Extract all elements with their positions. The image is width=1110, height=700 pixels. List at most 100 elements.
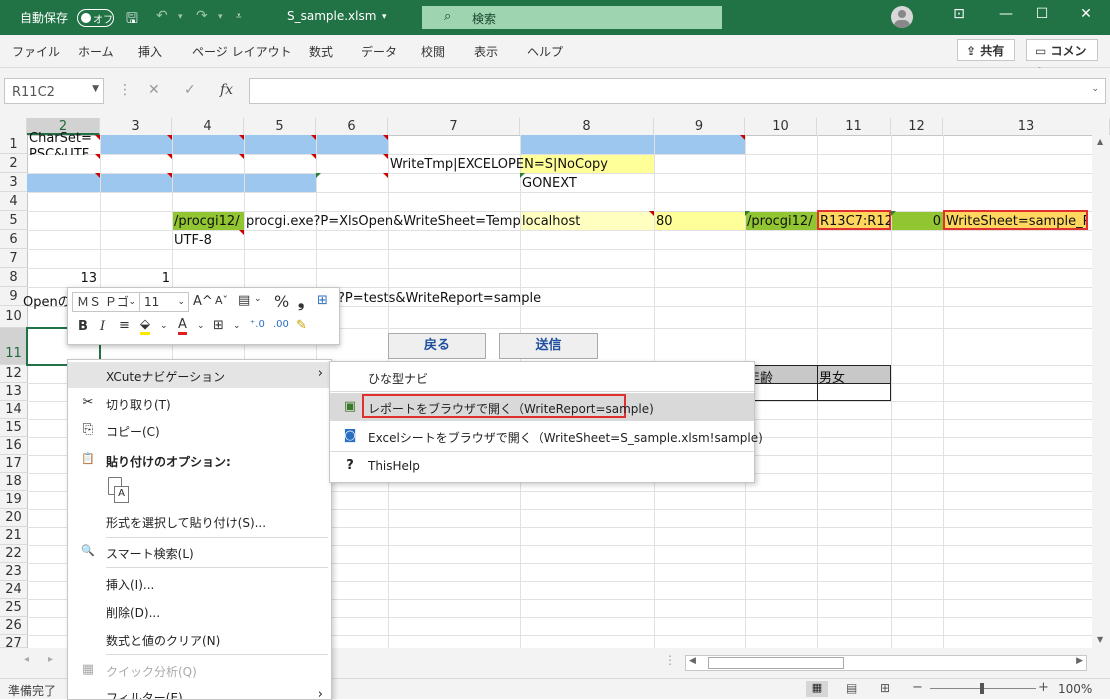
column-header[interactable]: 6 xyxy=(316,118,388,135)
row-header[interactable]: 2 xyxy=(0,154,27,173)
row-header[interactable]: 22 xyxy=(0,545,27,563)
submenu-item-template-navi[interactable]: ひな型ナビ xyxy=(330,363,754,391)
grow-font-icon[interactable]: A^ xyxy=(193,294,213,309)
name-box[interactable]: R11C2 ▼ xyxy=(4,78,104,104)
submenu-item-this-help[interactable]: ? ThisHelp xyxy=(330,452,754,480)
cancel-entry-icon[interactable]: ✕ xyxy=(148,82,160,98)
menu-item-copy[interactable]: ⎘ コピー(C) xyxy=(68,417,331,443)
scroll-right-icon[interactable]: ▶ xyxy=(1076,656,1083,666)
row-header[interactable]: 4 xyxy=(0,192,27,211)
tab-home[interactable]: ホーム xyxy=(78,43,114,60)
undo-dropdown-icon[interactable]: ▾ xyxy=(178,12,183,22)
submenu-item-open-sheet[interactable]: ◙ Excelシートをブラウザで開く（WriteSheet=S_sample.x… xyxy=(330,422,763,450)
align-center-icon[interactable]: ≡ xyxy=(119,318,130,333)
formula-input[interactable]: ⌄ xyxy=(249,78,1106,104)
row-header[interactable]: 19 xyxy=(0,491,27,509)
user-avatar[interactable] xyxy=(891,6,913,28)
row-header[interactable]: 15 xyxy=(0,419,27,437)
select-all-corner[interactable] xyxy=(0,118,27,135)
font-size-box[interactable]: 11 ⌄ xyxy=(139,292,189,312)
row-header[interactable]: 20 xyxy=(0,509,27,527)
menu-item-delete[interactable]: 削除(D)... xyxy=(68,598,331,624)
borders-icon[interactable]: ⊞ xyxy=(213,318,224,333)
autosave-toggle[interactable]: オフ xyxy=(77,9,114,27)
accounting-format-icon[interactable]: ▤ xyxy=(238,293,250,308)
expand-formula-bar-icon[interactable]: ⌄ xyxy=(1091,84,1099,94)
page-layout-view-icon[interactable]: ▤ xyxy=(846,681,857,695)
confirm-entry-icon[interactable]: ✓ xyxy=(184,82,196,98)
zoom-out-icon[interactable]: − xyxy=(912,680,923,695)
row-header[interactable]: 7 xyxy=(0,249,27,268)
row-header[interactable]: 17 xyxy=(0,455,27,473)
column-header[interactable]: 13 xyxy=(943,118,1110,135)
customize-qat-icon[interactable]: ⩡ xyxy=(236,11,242,22)
accounting-chevron-down-icon[interactable]: ⌄ xyxy=(254,294,262,304)
submenu-item-open-report[interactable]: ▣ レポートをブラウザで開く（WriteReport=sample) xyxy=(330,393,754,421)
search-box[interactable]: ⌕ 検索 xyxy=(422,6,722,29)
zoom-slider-thumb[interactable] xyxy=(980,683,984,694)
tab-formulas[interactable]: 数式 xyxy=(309,43,333,60)
decrease-decimal-icon[interactable]: .00 xyxy=(273,319,289,330)
row-header[interactable]: 5 xyxy=(0,211,27,230)
italic-icon[interactable]: I xyxy=(100,319,105,334)
send-button[interactable]: 送信 xyxy=(499,333,598,359)
row-header[interactable]: 21 xyxy=(0,527,27,545)
column-header[interactable]: 12 xyxy=(891,118,943,135)
column-header[interactable]: 3 xyxy=(100,118,172,135)
row-header[interactable]: 16 xyxy=(0,437,27,455)
row-header[interactable]: 25 xyxy=(0,599,27,617)
row-header[interactable]: 18 xyxy=(0,473,27,491)
prev-sheet-icon[interactable]: ◂ xyxy=(24,654,29,665)
zoom-in-icon[interactable]: + xyxy=(1038,680,1049,695)
row-header[interactable]: 14 xyxy=(0,401,27,419)
font-color-chevron-down-icon[interactable]: ⌄ xyxy=(197,321,205,331)
tab-file[interactable]: ファイル xyxy=(12,43,60,60)
share-button[interactable]: ⇪ 共有 xyxy=(957,39,1015,61)
percent-style-icon[interactable]: % xyxy=(274,292,289,311)
tab-help[interactable]: ヘルプ xyxy=(527,43,563,60)
format-table-icon[interactable]: ⊞ xyxy=(317,293,328,308)
bold-icon[interactable]: B xyxy=(78,319,88,334)
column-header[interactable]: 9 xyxy=(654,118,745,135)
redo-dropdown-icon[interactable]: ▾ xyxy=(218,12,223,22)
row-header[interactable]: 3 xyxy=(0,173,27,192)
horizontal-scrollbar[interactable]: ◀ ▶ xyxy=(685,655,1087,671)
normal-view-icon[interactable]: ▦ xyxy=(806,681,828,697)
row-header[interactable]: 6 xyxy=(0,230,27,249)
tab-page-layout[interactable]: ページ レイアウト xyxy=(192,43,292,60)
column-header[interactable]: 10 xyxy=(745,118,817,135)
row-header[interactable]: 8 xyxy=(0,268,27,287)
file-name[interactable]: S_sample.xlsm xyxy=(287,9,376,23)
row-header[interactable]: 11 xyxy=(0,328,27,365)
save-icon[interactable]: 🖫 xyxy=(126,8,138,32)
scroll-down-icon[interactable]: ▼ xyxy=(1097,635,1103,644)
undo-icon[interactable]: ↶ xyxy=(156,8,168,24)
menu-item-paste-special[interactable]: 形式を選択して貼り付け(S)... xyxy=(68,508,331,534)
format-painter-icon[interactable]: ✎ xyxy=(296,318,307,333)
close-icon[interactable]: ✕ xyxy=(1074,6,1098,22)
comment-button[interactable]: ▭ コメント xyxy=(1026,39,1098,80)
menu-item-smart-lookup[interactable]: 🔍 スマート検索(L) xyxy=(68,539,331,565)
tab-view[interactable]: 表示 xyxy=(474,43,498,60)
comma-style-icon[interactable]: ❟ xyxy=(298,292,304,312)
column-header[interactable]: 5 xyxy=(244,118,316,135)
scroll-up-icon[interactable]: ▲ xyxy=(1097,137,1103,146)
menu-item-xcute-navigation[interactable]: XCuteナビゲーション › xyxy=(68,362,331,388)
column-header[interactable]: 4 xyxy=(172,118,244,135)
row-header[interactable]: 27 xyxy=(0,635,27,648)
scroll-left-icon[interactable]: ◀ xyxy=(689,656,696,666)
back-button[interactable]: 戻る xyxy=(388,333,486,359)
filename-chevron-down-icon[interactable]: ▾ xyxy=(382,12,387,22)
column-header[interactable]: 11 xyxy=(817,118,891,135)
tab-insert[interactable]: 挿入 xyxy=(138,43,162,60)
row-header[interactable]: 23 xyxy=(0,563,27,581)
column-header[interactable]: 7 xyxy=(388,118,520,135)
row-header[interactable]: 26 xyxy=(0,617,27,635)
insert-function-icon[interactable]: fx xyxy=(220,82,233,98)
row-header[interactable]: 24 xyxy=(0,581,27,599)
redo-icon[interactable]: ↷ xyxy=(196,8,208,24)
menu-item-cut[interactable]: ✂ 切り取り(T) xyxy=(68,390,331,416)
vertical-scrollbar[interactable]: ▲ ▼ xyxy=(1092,135,1110,648)
tab-review[interactable]: 校閲 xyxy=(421,43,445,60)
row-header[interactable]: 1 xyxy=(0,135,27,154)
